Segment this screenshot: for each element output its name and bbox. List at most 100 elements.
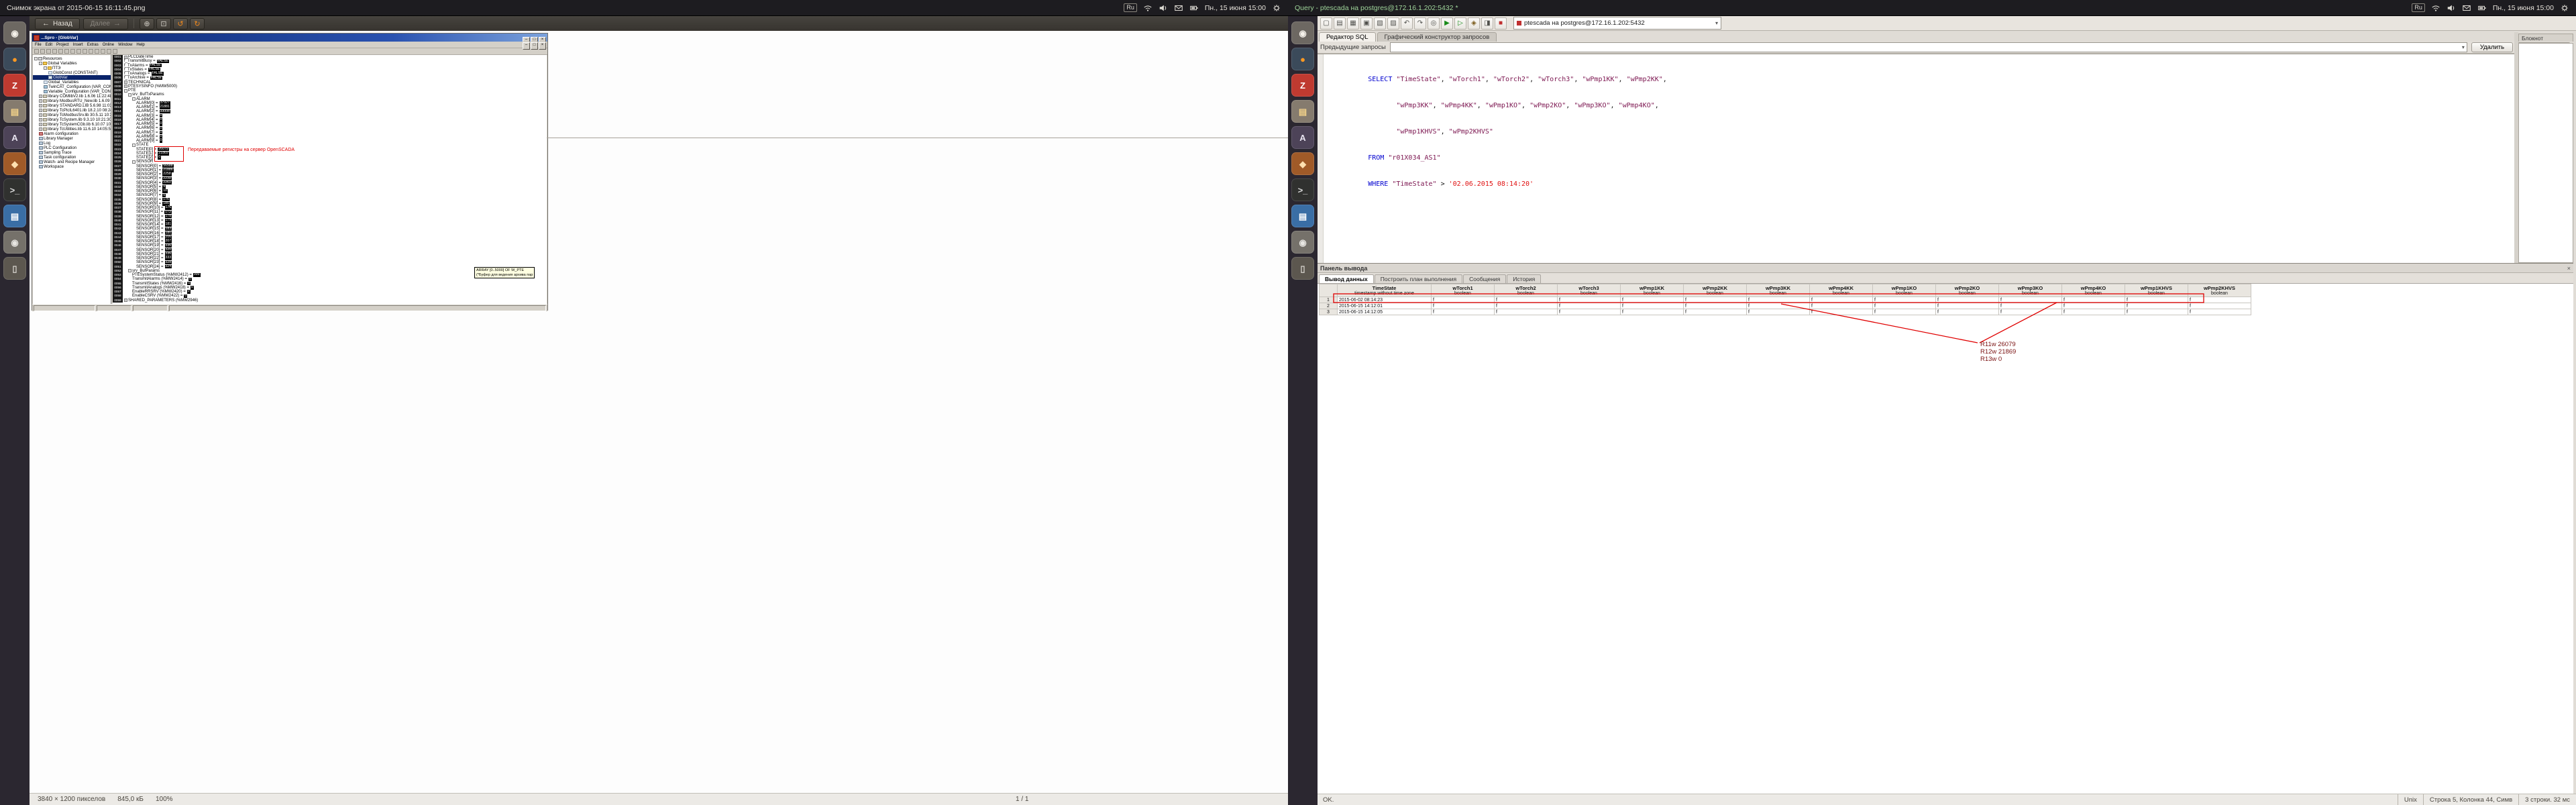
volume-icon[interactable] — [2447, 3, 2456, 13]
editor-tab[interactable]: Редактор SQL — [1319, 32, 1376, 42]
execute-pgscript-icon[interactable]: ▷ — [1454, 17, 1466, 30]
rotate-right-icon[interactable]: ↻ — [190, 18, 205, 30]
launcher-item-trash[interactable]: ▯ — [3, 257, 26, 280]
grid-cell[interactable]: f — [1621, 309, 1684, 315]
launcher-item-trash[interactable]: ▯ — [1291, 257, 1314, 280]
grid-cell[interactable]: f — [1810, 303, 1873, 309]
launcher-item-filezilla[interactable]: Z — [1291, 74, 1314, 97]
grid-cell[interactable]: f — [1432, 297, 1495, 303]
grid-cell[interactable]: 2015-06-15 14:12:05 — [1338, 309, 1432, 315]
grid-cell[interactable]: f — [1684, 297, 1747, 303]
open-file-icon[interactable]: ▤ — [1334, 17, 1346, 30]
save-icon[interactable]: ▦ — [1347, 17, 1359, 30]
explain-query-icon[interactable]: ◈ — [1468, 17, 1480, 30]
launcher-item-libreoffice[interactable]: ▤ — [1291, 205, 1314, 227]
grid-cell[interactable]: f — [1999, 297, 2062, 303]
grid-cell[interactable]: f — [1495, 297, 1558, 303]
grid-cell[interactable]: f — [2188, 309, 2251, 315]
launcher-item-firefox[interactable]: ● — [1291, 48, 1314, 70]
grid-cell[interactable]: f — [2062, 297, 2125, 303]
grid-cell[interactable]: f — [1873, 303, 1936, 309]
editor-tab[interactable]: Графический конструктор запросов — [1377, 32, 1497, 42]
grid-cell[interactable]: f — [2125, 309, 2188, 315]
column-header[interactable]: wPmp2KO boolean — [1936, 284, 1999, 297]
network-icon[interactable] — [2431, 3, 2440, 13]
grid-cell[interactable]: f — [2125, 297, 2188, 303]
column-header[interactable]: wTorch1 boolean — [1432, 284, 1495, 297]
grid-cell[interactable]: f — [1621, 303, 1684, 309]
sql-editor[interactable]: SELECT "TimeState", "wTorch1", "wTorch2"… — [1318, 54, 2514, 263]
launcher-item-software-center[interactable]: ◆ — [3, 152, 26, 175]
launcher-item-files[interactable]: ▤ — [3, 100, 26, 123]
grid-cell[interactable]: f — [2062, 309, 2125, 315]
execute-query-icon[interactable]: ▶ — [1441, 17, 1453, 30]
keyboard-indicator[interactable]: Ru — [1124, 3, 1137, 12]
grid-cell[interactable]: f — [1684, 309, 1747, 315]
grid-cell[interactable]: f — [1684, 303, 1747, 309]
new-query-icon[interactable]: ▢ — [1320, 17, 1332, 30]
launcher-item-software-center[interactable]: ◆ — [1291, 152, 1314, 175]
grid-cell[interactable]: f — [1495, 303, 1558, 309]
message-icon[interactable] — [2462, 3, 2471, 13]
undo-icon[interactable]: ↶ — [1401, 17, 1413, 30]
launcher-item-filezilla[interactable]: Z — [3, 74, 26, 97]
grid-cell[interactable]: f — [2125, 303, 2188, 309]
grid-cell[interactable]: f — [1495, 309, 1558, 315]
grid-cell[interactable]: 2015-06-02 08:14:23 — [1338, 297, 1432, 303]
cancel-query-icon[interactable]: ■ — [1495, 17, 1507, 30]
copy-icon[interactable]: ▣ — [1360, 17, 1373, 30]
launcher-item-text-editor[interactable]: A — [3, 126, 26, 149]
output-tab[interactable]: Построить план выполнения — [1375, 274, 1462, 283]
column-header[interactable]: wPmp2KK boolean — [1684, 284, 1747, 297]
column-header[interactable]: TimeState timestamp without time zone — [1338, 284, 1432, 297]
close-icon[interactable]: × — [2567, 265, 2571, 272]
launcher-item-image-viewer[interactable]: ◉ — [3, 21, 26, 44]
column-header[interactable]: wPmp1KHVS boolean — [2125, 284, 2188, 297]
grid-cell[interactable]: f — [1873, 309, 1936, 315]
viewer-canvas[interactable]: ...Spro - [GlobVar] –□× –□× FileEditProj… — [30, 31, 1288, 793]
clock[interactable]: Пн., 15 июня 15:00 — [1205, 4, 1266, 12]
column-header[interactable]: wPmp3KO boolean — [1999, 284, 2062, 297]
launcher-item-files[interactable]: ▤ — [1291, 100, 1314, 123]
battery-icon[interactable] — [2477, 3, 2487, 13]
grid-cell[interactable]: f — [1999, 309, 2062, 315]
zoom-in-icon[interactable]: ⊕ — [140, 18, 154, 30]
column-header[interactable]: wPmp2KHVS boolean — [2188, 284, 2251, 297]
find-icon[interactable]: ◎ — [1428, 17, 1440, 30]
previous-queries-select[interactable]: ▾ — [1390, 42, 2467, 52]
grid-cell[interactable]: f — [2062, 303, 2125, 309]
zoom-fit-icon[interactable]: ⊡ — [156, 18, 171, 30]
battery-icon[interactable] — [1189, 3, 1199, 13]
grid-cell[interactable]: f — [1936, 303, 1999, 309]
back-button[interactable]: ← Назад — [35, 18, 80, 30]
launcher-item-system-settings[interactable]: ◉ — [3, 231, 26, 254]
grid-cell[interactable]: f — [1621, 297, 1684, 303]
launcher-item-terminal[interactable]: >_ — [1291, 178, 1314, 201]
scratchpad[interactable] — [2518, 43, 2573, 263]
row-number[interactable]: 1 — [1320, 297, 1338, 303]
grid-cell[interactable]: f — [2188, 297, 2251, 303]
grid-cell[interactable]: f — [1558, 303, 1621, 309]
grid-cell[interactable]: f — [2188, 303, 2251, 309]
column-header[interactable]: wPmp4KO boolean — [2062, 284, 2125, 297]
column-header[interactable]: wTorch3 boolean — [1558, 284, 1621, 297]
launcher-item-firefox[interactable]: ● — [3, 48, 26, 70]
grid-cell[interactable]: f — [1747, 297, 1810, 303]
column-header[interactable]: wPmp1KK boolean — [1621, 284, 1684, 297]
column-header[interactable]: wPmp1KO boolean — [1873, 284, 1936, 297]
paste-icon[interactable]: ▧ — [1374, 17, 1386, 30]
launcher-item-system-settings[interactable]: ◉ — [1291, 231, 1314, 254]
session-gear-icon[interactable] — [2560, 3, 2569, 13]
grid-cell[interactable]: f — [1936, 309, 1999, 315]
column-header[interactable]: wPmp3KK boolean — [1747, 284, 1810, 297]
row-number[interactable]: 2 — [1320, 303, 1338, 309]
grid-cell[interactable]: f — [1747, 309, 1810, 315]
launcher-item-text-editor[interactable]: A — [1291, 126, 1314, 149]
launcher-item-terminal[interactable]: >_ — [3, 178, 26, 201]
keyboard-indicator[interactable]: Ru — [2412, 3, 2425, 12]
clock[interactable]: Пн., 15 июня 15:00 — [2493, 4, 2554, 12]
next-button[interactable]: Далее → — [83, 18, 128, 30]
grid-cell[interactable]: f — [1747, 303, 1810, 309]
launcher-item-image-viewer[interactable]: ◉ — [1291, 21, 1314, 44]
output-tab[interactable]: История — [1507, 274, 1541, 283]
